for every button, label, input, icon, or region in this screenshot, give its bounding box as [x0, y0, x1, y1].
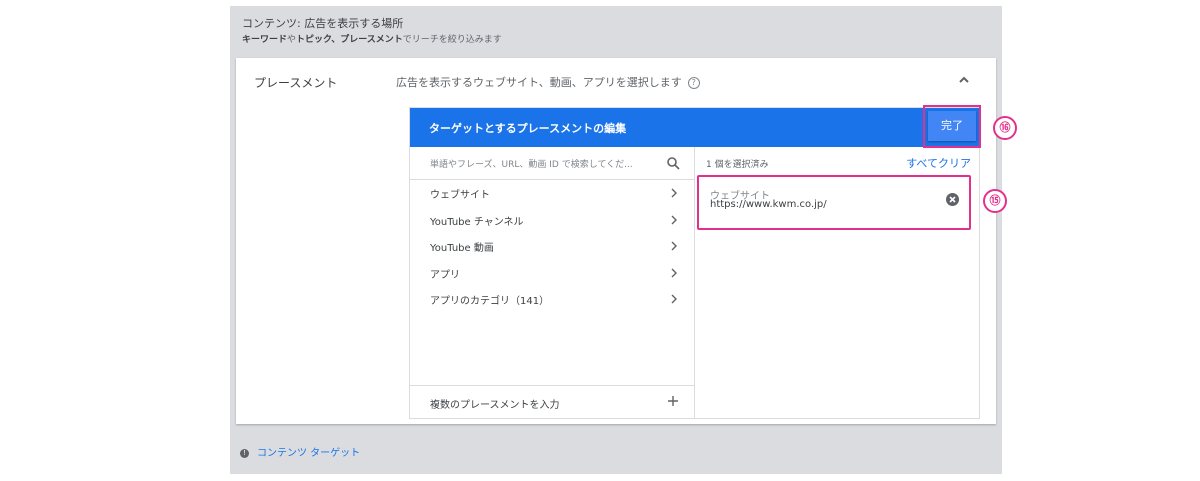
placement-card: プレースメント 広告を表示するウェブサイト、動画、アプリを選択します? ターゲッ…	[236, 58, 996, 424]
plus-icon[interactable]	[666, 394, 680, 408]
remove-icon[interactable]	[946, 193, 959, 206]
selected-item: ウェブサイト https://www.kwm.co.jp/	[697, 175, 971, 230]
chevron-right-icon	[671, 268, 677, 278]
list-item[interactable]: アプリのカテゴリ（141）	[410, 286, 694, 313]
category-list: ウェブサイト YouTube チャンネル YouTube 動画 アプリ アプリの…	[410, 180, 694, 313]
selected-count: 1 個を選択済み	[706, 160, 769, 170]
section-label: プレースメント	[254, 76, 338, 90]
footer-link[interactable]: ! コンテンツ ターゲット	[240, 444, 360, 459]
help-icon[interactable]: ?	[687, 77, 700, 89]
editor-title: ターゲットとするプレースメントの編集	[429, 122, 627, 135]
multi-placement-row[interactable]: 複数のプレースメントを入力	[410, 385, 694, 418]
selected-item-url: https://www.kwm.co.jp/	[710, 199, 827, 210]
chevron-right-icon	[671, 188, 677, 198]
multi-placement-label: 複数のプレースメントを入力	[430, 400, 560, 411]
content-targeting-panel: コンテンツ: 広告を表示する場所 キーワードやトピック、プレースメントでリーチを…	[230, 6, 1002, 474]
annotation-marker-16: ⑯	[993, 116, 1017, 140]
editor-header: ターゲットとするプレースメントの編集 完了	[410, 105, 981, 148]
chevron-right-icon	[671, 241, 677, 251]
section-description: 広告を表示するウェブサイト、動画、アプリを選択します?	[396, 74, 700, 90]
done-button[interactable]: 完了	[928, 111, 976, 141]
browse-pane: 単語やフレーズ、URL、動画 ID で検索してくだ... ウェブサイト YouT…	[410, 147, 695, 418]
panel-subtitle: キーワードやトピック、プレースメントでリーチを絞り込みます	[242, 35, 502, 45]
clear-all-link[interactable]: すべてクリア	[906, 155, 971, 171]
chevron-right-icon	[671, 215, 677, 225]
list-item[interactable]: YouTube 動画	[410, 233, 694, 260]
panel-title: コンテンツ: 広告を表示する場所	[242, 17, 404, 30]
list-item[interactable]: YouTube チャンネル	[410, 207, 694, 234]
chevron-right-icon	[671, 294, 677, 304]
list-item[interactable]: アプリ	[410, 260, 694, 287]
info-icon: !	[240, 448, 249, 458]
search-row: 単語やフレーズ、URL、動画 ID で検索してくだ...	[410, 147, 694, 180]
selected-pane: 1 個を選択済み すべてクリア ウェブサイト https://www.kwm.c…	[695, 147, 979, 418]
done-highlight: 完了	[923, 105, 981, 148]
search-input[interactable]: 単語やフレーズ、URL、動画 ID で検索してくだ...	[430, 157, 633, 170]
annotation-marker-15: ⑮	[983, 189, 1007, 213]
list-item[interactable]: ウェブサイト	[410, 180, 694, 207]
placement-editor: ターゲットとするプレースメントの編集 完了 単語やフレーズ、URL、動画 ID …	[409, 105, 981, 419]
search-icon[interactable]	[666, 156, 680, 170]
chevron-up-icon[interactable]	[958, 75, 970, 85]
